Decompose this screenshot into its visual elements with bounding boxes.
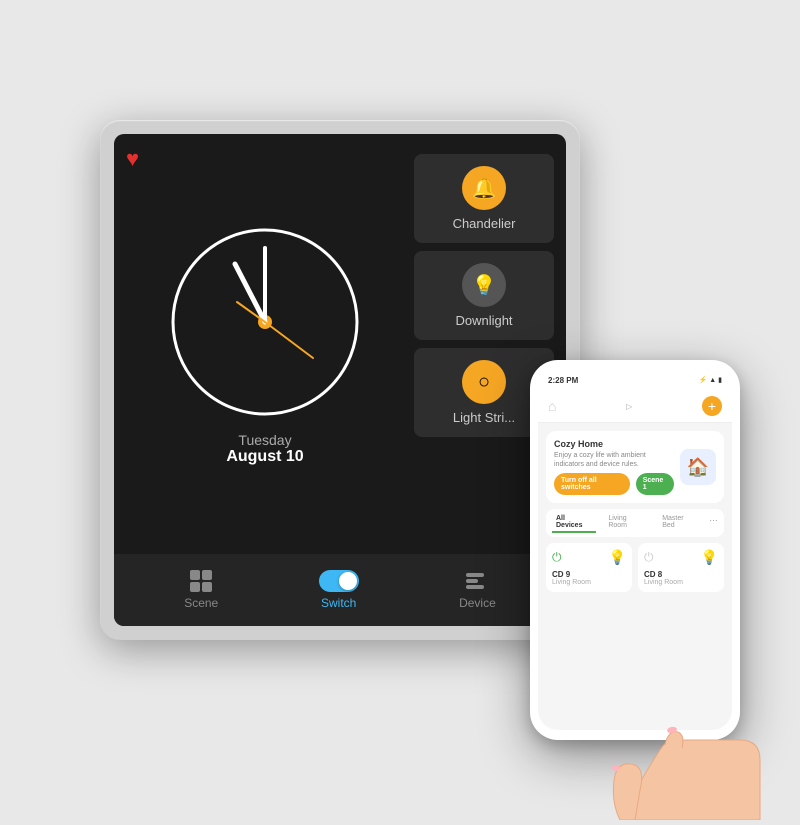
nav-scene[interactable]: Scene — [184, 570, 218, 610]
device-name-cd9: CD 9 — [552, 570, 626, 579]
location-arrow: ▷ — [626, 402, 632, 411]
bulb-icon-cd9: 💡 — [609, 549, 626, 566]
cozy-text: Cozy Home Enjoy a cozy life with ambient… — [554, 439, 674, 495]
smart-panel: ♥ — [100, 120, 580, 640]
cozy-desc: Enjoy a cozy life with ambient indicator… — [554, 451, 674, 469]
home-icon: ⌂ — [548, 398, 556, 414]
chandelier-icon: 🔔 — [462, 166, 506, 210]
status-time: 2:28 PM — [548, 376, 578, 385]
panel-nav: Scene Switch Device — [114, 554, 566, 626]
phone-container: 2:28 PM ⚡ ▲ ▮ ⌂ ▷ + Cozy Home — [530, 360, 750, 740]
bulb-icon-cd8: 💡 — [701, 549, 718, 566]
device-name-cd8: CD 8 — [644, 570, 718, 579]
nav-device[interactable]: Device — [459, 570, 496, 610]
power-icon-cd8: ⏻ — [644, 550, 654, 565]
nav-switch-label: Switch — [321, 596, 356, 610]
light-strip-label: Light Stri... — [453, 410, 515, 425]
device-card-cd9[interactable]: ⏻ 💡 CD 9 Living Room — [546, 543, 632, 592]
date-info: Tuesday August 10 — [226, 432, 303, 466]
device-grid: ⏻ 💡 CD 9 Living Room ⏻ 💡 CD 8 Living Roo… — [546, 543, 724, 592]
light-strip-icon: ○ — [462, 360, 506, 404]
turn-off-all-button[interactable]: Turn off all switches — [554, 473, 630, 495]
panel-main: ♥ — [114, 134, 566, 554]
heart-icon: ♥ — [126, 146, 139, 172]
downlight-button[interactable]: 💡 Downlight — [414, 251, 554, 340]
device-icon — [466, 570, 488, 592]
cozy-icon: 🏠 — [680, 449, 716, 485]
tabs-more[interactable]: … — [709, 513, 718, 533]
device-room-cd9: Living Room — [552, 579, 626, 586]
nav-device-label: Device — [459, 596, 496, 610]
hand-wrapper — [560, 620, 780, 820]
scene-icon — [190, 570, 212, 592]
date-full: August 10 — [226, 448, 303, 466]
devices-tabs: All Devices Living Room Master Bed … — [546, 509, 724, 537]
date-day: Tuesday — [226, 432, 303, 448]
action-buttons: Turn off all switches Scene 1 — [554, 473, 674, 495]
phone-top-bar: ⌂ ▷ + — [538, 390, 732, 423]
power-icon-cd9: ⏻ — [552, 550, 562, 565]
hand-svg — [560, 620, 780, 820]
device-card-cd8[interactable]: ⏻ 💡 CD 8 Living Room — [638, 543, 724, 592]
status-icons: ⚡ ▲ ▮ — [698, 376, 722, 384]
switch-toggle[interactable] — [319, 570, 359, 592]
scene1-button[interactable]: Scene 1 — [636, 473, 674, 495]
downlight-label: Downlight — [455, 313, 512, 328]
toggle-knob — [339, 572, 357, 590]
tab-master-bed[interactable]: Master Bed — [658, 513, 701, 533]
wifi-icon: ▲ — [709, 377, 716, 384]
panel-screen: ♥ — [114, 134, 566, 626]
tab-living-room[interactable]: Living Room — [604, 513, 650, 533]
chandelier-button[interactable]: 🔔 Chandelier — [414, 154, 554, 243]
nav-switch[interactable]: Switch — [319, 570, 359, 610]
clock-face — [165, 222, 365, 422]
downlight-icon: 💡 — [462, 263, 506, 307]
device-card-top-cd8: ⏻ 💡 — [644, 549, 718, 566]
battery-icon: ▮ — [718, 376, 722, 384]
device-card-top-cd9: ⏻ 💡 — [552, 549, 626, 566]
add-button[interactable]: + — [702, 396, 722, 416]
cozy-title: Cozy Home — [554, 439, 674, 449]
chandelier-label: Chandelier — [453, 216, 516, 231]
bluetooth-icon: ⚡ — [698, 376, 707, 384]
clock-section: ♥ — [126, 146, 404, 542]
device-room-cd8: Living Room — [644, 579, 718, 586]
tab-all-devices[interactable]: All Devices — [552, 513, 596, 533]
cozy-home-card: Cozy Home Enjoy a cozy life with ambient… — [546, 431, 724, 503]
nav-scene-label: Scene — [184, 596, 218, 610]
phone-status-bar: 2:28 PM ⚡ ▲ ▮ — [538, 370, 732, 390]
